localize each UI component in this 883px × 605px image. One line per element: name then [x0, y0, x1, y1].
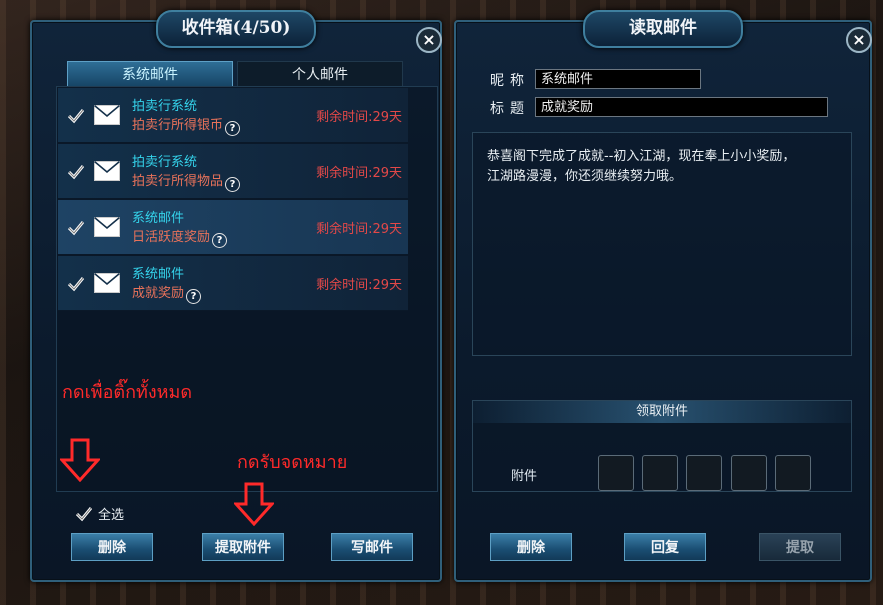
mail-remaining-time: 剩余时间:29天 — [316, 222, 402, 237]
attachment-slot[interactable] — [731, 455, 767, 491]
checkmark-icon[interactable] — [68, 276, 84, 292]
attachment-area: 领取附件 附件 — [472, 400, 852, 492]
mail-item[interactable]: 拍卖行系统 拍卖行所得银币? 剩余时间:29天 — [58, 88, 408, 143]
mail-remaining-time: 剩余时间:29天 — [316, 166, 402, 181]
attachment-header: 领取附件 — [473, 401, 851, 423]
mail-subject: 成就奖励? — [132, 282, 202, 304]
take-mail-annotation: กดรับจดหมาย — [237, 452, 348, 473]
read-mail-title: 读取邮件 — [583, 10, 743, 48]
mail-sender: 系统邮件 — [132, 267, 185, 282]
attachment-label: 附件 — [511, 469, 538, 484]
down-arrow-icon — [234, 482, 274, 526]
down-arrow-icon — [60, 438, 100, 482]
delete-button[interactable]: 删除 — [71, 533, 153, 561]
mail-body: 恭喜阁下完成了成就--初入江湖，现在奉上小小奖励， 江湖路漫漫，你还须继续努力哦… — [472, 132, 852, 356]
attachment-slot[interactable] — [686, 455, 722, 491]
envelope-icon — [94, 273, 120, 293]
mail-item[interactable]: 拍卖行系统 拍卖行所得物品? 剩余时间:29天 — [58, 144, 408, 199]
help-icon[interactable]: ? — [186, 289, 202, 304]
mail-subject: 拍卖行所得银币? — [132, 114, 241, 136]
envelope-icon — [94, 161, 120, 181]
checkmark-icon[interactable] — [68, 220, 84, 236]
mail-list: 拍卖行系统 拍卖行所得银币? 剩余时间:29天 拍卖行系统 拍卖行所得物品? 剩… — [56, 86, 438, 492]
attachment-slot[interactable] — [642, 455, 678, 491]
attachment-slot[interactable] — [598, 455, 634, 491]
checkmark-icon[interactable] — [68, 164, 84, 180]
read-mail-close-icon[interactable]: × — [846, 27, 872, 53]
select-all-checkbox[interactable]: 全选 — [75, 504, 125, 523]
read-mail-panel: 读取邮件 × 昵称 系统邮件 标题 成就奖励 恭喜阁下完成了成就--初入江湖，现… — [454, 10, 872, 582]
inbox-title: 收件箱(4/50) — [156, 10, 316, 48]
subject-field: 成就奖励 — [535, 97, 828, 117]
mail-body-line: 恭喜阁下完成了成就--初入江湖，现在奉上小小奖励， — [487, 149, 796, 164]
take-attachments-button[interactable]: 提取附件 — [202, 533, 284, 561]
help-icon[interactable]: ? — [225, 177, 241, 192]
mail-subject: 日活跃度奖励? — [132, 226, 228, 248]
mail-item[interactable]: 系统邮件 日活跃度奖励? 剩余时间:29天 — [58, 200, 408, 255]
nickname-label: 昵称 — [490, 73, 530, 89]
mail-subject: 拍卖行所得物品? — [132, 170, 241, 192]
reply-button[interactable]: 回复 — [624, 533, 706, 561]
delete-mail-button[interactable]: 删除 — [490, 533, 572, 561]
tab-system-mail[interactable]: 系统邮件 — [67, 61, 233, 87]
attachment-slot[interactable] — [775, 455, 811, 491]
inbox-tabs: 系统邮件 个人邮件 — [67, 61, 403, 87]
mail-body-line: 江湖路漫漫，你还须继续努力哦。 — [487, 169, 683, 184]
help-icon[interactable]: ? — [212, 233, 228, 248]
checkmark-icon — [75, 507, 93, 522]
envelope-icon — [94, 217, 120, 237]
inbox-close-icon[interactable]: × — [416, 27, 442, 53]
checkmark-icon[interactable] — [68, 108, 84, 124]
help-icon[interactable]: ? — [225, 121, 241, 136]
select-all-annotation: กดเพื่อติ๊กทั้งหมด — [62, 382, 193, 403]
mail-remaining-time: 剩余时间:29天 — [316, 110, 402, 125]
mail-sender: 系统邮件 — [132, 211, 185, 226]
mail-sender: 拍卖行系统 — [132, 99, 198, 114]
nickname-field: 系统邮件 — [535, 69, 701, 89]
write-mail-button[interactable]: 写邮件 — [331, 533, 413, 561]
inbox-panel: 收件箱(4/50) × 系统邮件 个人邮件 拍卖行系统 拍卖行所得银币? 剩余时… — [30, 10, 442, 582]
select-all-label: 全选 — [98, 508, 125, 523]
mail-remaining-time: 剩余时间:29天 — [316, 278, 402, 293]
subject-label: 标题 — [490, 101, 530, 117]
envelope-icon — [94, 105, 120, 125]
mail-item[interactable]: 系统邮件 成就奖励? 剩余时间:29天 — [58, 256, 408, 311]
take-button[interactable]: 提取 — [759, 533, 841, 561]
mail-sender: 拍卖行系统 — [132, 155, 198, 170]
tab-personal-mail[interactable]: 个人邮件 — [237, 61, 403, 87]
